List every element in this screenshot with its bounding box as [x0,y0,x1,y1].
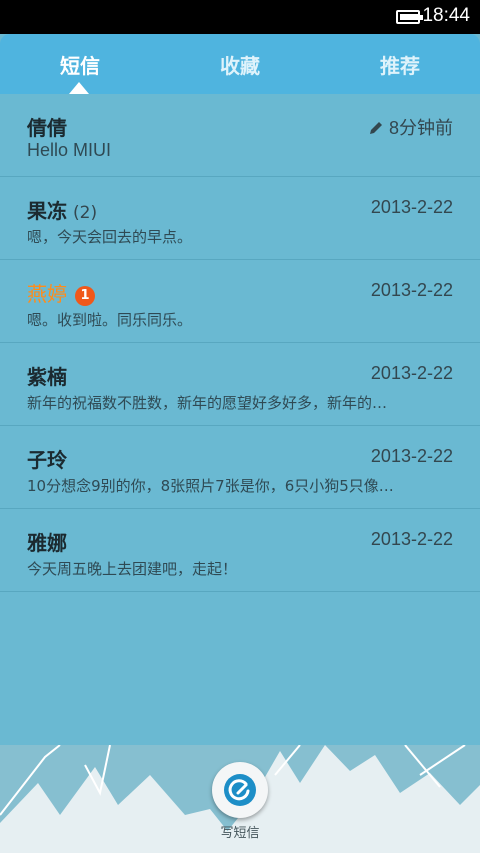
conversation-row[interactable]: 燕婷 1 2013-2-22 嗯。收到啦。同乐同乐。 [0,260,480,343]
tab-bar: 短信 收藏 推荐 [0,34,480,94]
draft-pencil-icon [369,122,382,134]
message-time: 8分钟前 [369,114,453,140]
message-count: (2) [73,203,98,223]
message-date: 2013-2-22 [370,363,453,383]
compose-button[interactable] [212,762,268,818]
contact-name: 倩倩 [27,116,67,140]
contact-name: 紫楠 [27,365,67,389]
conversation-row[interactable]: 子玲 2013-2-22 10分想念9别的你，8张照片7张是你，6只小狗5只像… [0,426,480,509]
conversation-row[interactable]: 雅娜 2013-2-22 今天周五晚上去团建吧，走起！ [0,509,480,592]
conversation-row[interactable]: 果冻 (2) 2013-2-22 嗯，今天会回去的早点。 [0,177,480,260]
status-bar: 18:44 [0,0,480,34]
contact-name: 燕婷 1 [27,278,95,307]
contact-name: 子玲 [27,448,67,472]
message-preview: 今天周五晚上去团建吧，走起！ [27,560,238,578]
contact-name-text: 果冻 [27,199,67,223]
contact-name: 果冻 (2) [27,195,97,224]
tab-messages[interactable]: 短信 [20,50,140,79]
battery-icon [396,10,423,24]
compose-label: 写短信 [220,826,260,841]
unread-badge: 1 [75,286,95,306]
message-preview: 新年的祝福数不胜数，新年的愿望好多好多，新年的… [27,394,388,412]
conversation-row[interactable]: 倩倩 8分钟前 Hello MIUI [0,94,480,177]
compose-icon [224,774,256,806]
message-date: 2013-2-22 [370,197,453,217]
message-preview: Hello MIUI [27,140,112,160]
message-date: 2013-2-22 [370,446,453,466]
message-date: 2013-2-22 [370,529,453,549]
conversation-row[interactable]: 紫楠 2013-2-22 新年的祝福数不胜数，新年的愿望好多好多，新年的… [0,343,480,426]
message-date: 2013-2-22 [370,280,453,300]
message-preview: 10分想念9别的你，8张照片7张是你，6只小狗5只像… [27,477,394,495]
status-time: 18:44 [422,5,470,26]
compose-glyph [228,779,250,801]
tab-recommended[interactable]: 推荐 [340,50,460,79]
message-time-text: 8分钟前 [388,118,453,138]
active-tab-indicator [69,82,89,94]
contact-name: 雅娜 [27,531,67,555]
tab-favorites[interactable]: 收藏 [180,50,300,79]
contact-name-text: 燕婷 [27,282,67,306]
message-preview: 嗯，今天会回去的早点。 [27,228,193,246]
conversation-list: 倩倩 8分钟前 Hello MIUI 果冻 (2) 2013-2-22 嗯，今天会… [0,94,480,592]
message-preview: 嗯。收到啦。同乐同乐。 [27,311,193,329]
